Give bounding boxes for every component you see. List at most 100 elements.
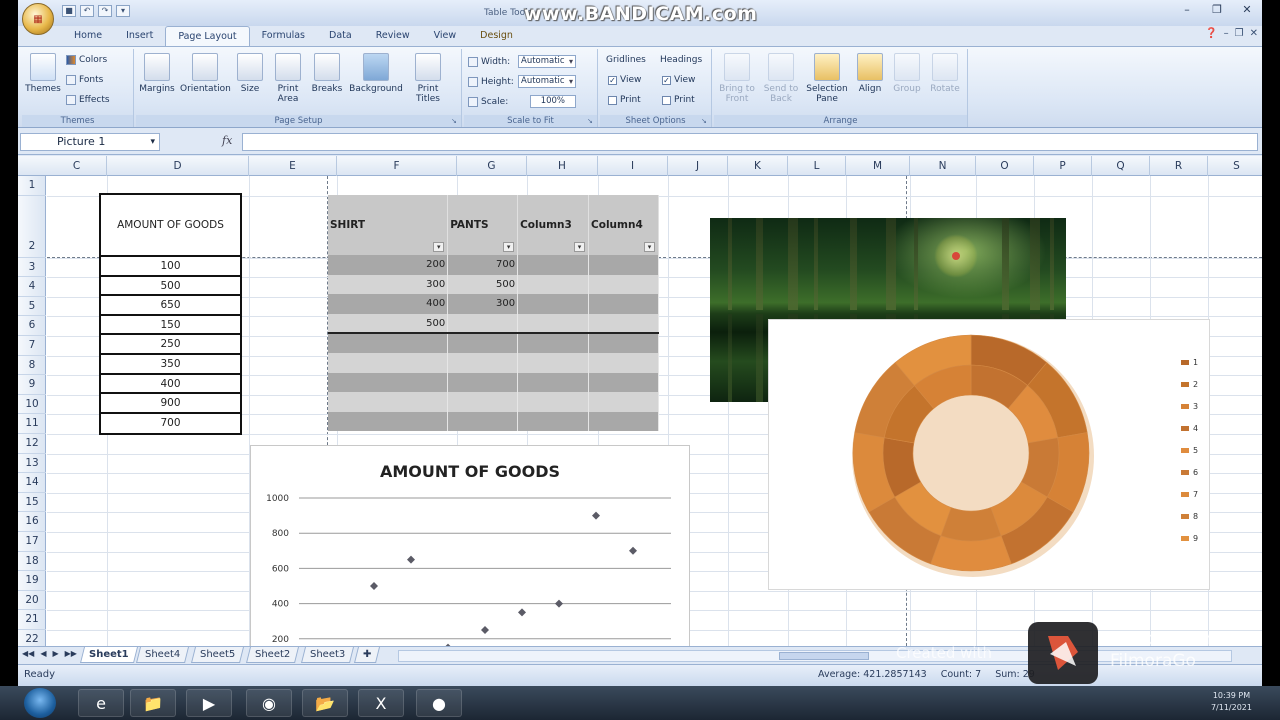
column-header[interactable]: L [788,156,846,176]
doc-restore-icon[interactable]: ❐ [1235,28,1244,39]
column-header[interactable]: O [976,156,1034,176]
table-cell[interactable] [517,332,590,353]
scatter-point[interactable] [407,555,415,564]
table-cell[interactable] [588,352,659,373]
media-player-icon[interactable]: ▶ [186,689,232,717]
margins-button[interactable]: Margins [136,53,178,94]
column-header[interactable]: D [107,156,249,176]
table-cell[interactable] [447,372,519,393]
restore-icon[interactable]: ❐ [1202,0,1232,20]
scatter-point[interactable] [592,511,600,520]
next-sheet-icon[interactable]: ▶ [52,649,58,658]
row-header[interactable]: 6 [18,316,46,336]
effects-button[interactable]: Effects [66,95,110,105]
table-cell[interactable] [588,372,659,393]
column-header[interactable]: C [47,156,107,176]
row-header[interactable]: 9 [18,375,46,395]
colors-button[interactable]: Colors [66,55,107,65]
column-header[interactable]: Q [1092,156,1150,176]
scatter-point[interactable] [481,626,489,634]
sheet-tab-sheet1[interactable]: Sheet1 [80,647,138,663]
help-icon[interactable]: ❓ [1205,28,1217,39]
row-header[interactable]: 1 [18,176,46,196]
table-cell[interactable] [588,274,659,295]
bring-to-front-button[interactable]: Bring to Front [716,53,758,104]
table-cell[interactable] [447,332,519,353]
insert-sheet-icon[interactable]: ✚ [354,647,380,663]
table-cell[interactable] [588,294,659,314]
table-cell[interactable]: 300 [328,274,449,295]
row-header[interactable]: 11 [18,414,46,434]
internet-explorer-icon[interactable]: e [78,689,124,717]
formula-input[interactable] [242,133,1258,151]
table-cell[interactable] [517,294,590,314]
sheet-tab-sheet3[interactable]: Sheet3 [301,647,355,663]
bandicam-icon[interactable]: ● [416,689,462,717]
table-cell[interactable] [447,392,519,412]
table-cell[interactable] [588,332,659,353]
data-table[interactable]: SHIRT ▾ PANTS ▾ Column3 ▾ Column4 ▾ 200 700 30… [328,195,659,432]
scale-launcher-icon[interactable]: ↘ [587,117,596,126]
filter-dropdown-icon[interactable]: ▾ [503,242,515,252]
selection-pane-button[interactable]: Selection Pane [804,53,850,104]
headings-view-checkbox[interactable]: ✓ [662,75,671,85]
name-box[interactable]: Picture 1 ▾ [20,133,160,151]
row-header[interactable]: 20 [18,591,46,611]
tab-page-layout[interactable]: Page Layout [165,26,250,46]
group-button[interactable]: Group [888,53,926,94]
column-header[interactable]: J [668,156,728,176]
row-header[interactable]: 16 [18,512,46,532]
prev-sheet-icon[interactable]: ◀ [40,649,46,658]
table-cell[interactable] [517,274,590,295]
table-cell[interactable] [447,352,519,373]
table-cell[interactable] [517,352,590,373]
sheet-options-launcher-icon[interactable]: ↘ [701,117,710,126]
scatter-point[interactable] [370,582,378,590]
table-header-column3[interactable]: Column3 ▾ [517,195,590,255]
table-cell[interactable] [517,255,590,275]
name-box-dropdown-icon[interactable]: ▾ [150,134,155,150]
row-header[interactable]: 17 [18,532,46,552]
gridlines-print-row[interactable]: Print [608,95,641,105]
tab-formulas[interactable]: Formulas [250,26,317,46]
gridlines-print-checkbox[interactable] [608,95,617,105]
row-header[interactable]: 4 [18,277,46,297]
excel-app-icon[interactable]: X [358,689,404,717]
filter-dropdown-icon[interactable]: ▾ [574,242,586,252]
row-header[interactable]: 19 [18,571,46,591]
width-combo[interactable]: Automatic [518,55,576,68]
goods-cell[interactable]: 650 [101,296,240,316]
column-header[interactable]: N [910,156,976,176]
goods-cell[interactable]: 100 [101,257,240,277]
sheet-tab-sheet2[interactable]: Sheet2 [246,647,300,663]
table-cell[interactable] [328,411,449,432]
goods-list[interactable]: AMOUNT OF GOODS 100 500 650 150 250 350 400 900… [99,193,242,436]
table-header-column4[interactable]: Column4 ▾ [588,195,659,255]
scatter-point[interactable] [518,608,526,617]
background-button[interactable]: Background [346,53,406,94]
gridlines-view-checkbox[interactable]: ✓ [608,75,617,85]
column-header[interactable]: H [527,156,598,176]
tab-view[interactable]: View [422,26,469,46]
column-header[interactable]: I [598,156,668,176]
undo-icon[interactable]: ↶ [80,5,94,17]
page-setup-launcher-icon[interactable]: ↘ [451,117,460,126]
first-sheet-icon[interactable]: ◀◀ [22,649,34,658]
row-header[interactable]: 7 [18,336,46,356]
align-button[interactable]: Align [852,53,888,94]
row-header[interactable]: 10 [18,395,46,415]
chrome-icon[interactable]: ◉ [246,689,292,717]
row-header[interactable]: 13 [18,454,46,474]
table-cell[interactable] [588,411,659,432]
tab-review[interactable]: Review [364,26,422,46]
goods-cell[interactable]: 700 [101,414,240,434]
table-cell[interactable] [588,392,659,412]
tab-insert[interactable]: Insert [114,26,165,46]
column-header[interactable]: S [1208,156,1262,176]
donut-chart[interactable]: 1 2 3 4 5 6 7 8 9 [768,319,1210,590]
row-header[interactable]: 18 [18,552,46,572]
headings-print-row[interactable]: Print [662,95,695,105]
scatter-point[interactable] [555,599,563,608]
goods-cell[interactable]: 500 [101,277,240,297]
table-cell[interactable] [328,372,449,393]
